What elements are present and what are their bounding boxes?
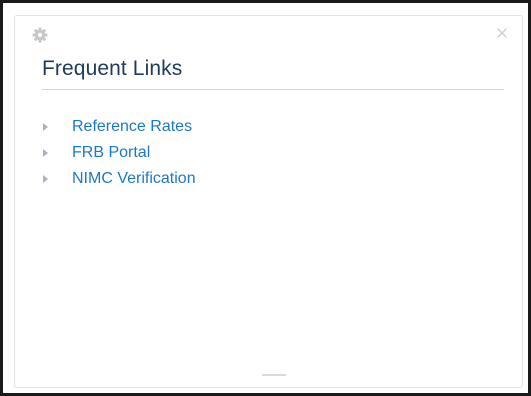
- widget-title: Frequent Links: [42, 57, 183, 80]
- resize-handle[interactable]: [262, 374, 286, 376]
- link-item-frb-portal[interactable]: FRB Portal: [42, 140, 196, 166]
- link-label[interactable]: NIMC Verification: [72, 170, 196, 188]
- triangle-right-icon: [43, 175, 48, 183]
- triangle-right-icon: [43, 123, 48, 131]
- link-label[interactable]: Reference Rates: [72, 118, 192, 136]
- link-label[interactable]: FRB Portal: [72, 144, 150, 162]
- triangle-right-icon: [43, 149, 48, 157]
- link-item-reference-rates[interactable]: Reference Rates: [42, 114, 196, 140]
- frequent-links-widget: Frequent Links Reference Rates FRB Porta…: [14, 15, 523, 388]
- links-list: Reference Rates FRB Portal NIMC Verifica…: [42, 114, 196, 192]
- title-divider: [42, 89, 504, 90]
- gear-icon[interactable]: [32, 27, 48, 43]
- window-frame: Frequent Links Reference Rates FRB Porta…: [0, 0, 531, 396]
- link-item-nimc-verification[interactable]: NIMC Verification: [42, 166, 196, 192]
- close-icon[interactable]: [496, 27, 508, 39]
